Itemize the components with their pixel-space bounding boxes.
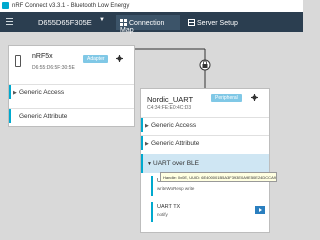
window-title: nRF Connect v3.3.1 - Bluetooth Low Energ… — [12, 3, 130, 9]
nav-bar: D655D65F305E ▼ Connection Map Server Set… — [0, 12, 303, 34]
peripheral-badge: Peripheral — [211, 94, 242, 102]
peripheral-name: Nordic_UART — [147, 95, 194, 104]
adapter-card: nRF5x D6:55:D6:5F:30:5E Adapter ▶ Generi… — [8, 45, 135, 127]
chevron-right-icon: ▶ — [145, 123, 149, 129]
device-selector[interactable]: D655D65F305E — [38, 18, 92, 27]
service-generic-access[interactable]: ▶ Generic Access — [9, 84, 134, 99]
gear-icon[interactable] — [251, 94, 258, 101]
tab-server-setup[interactable]: Server Setup — [184, 15, 246, 30]
gear-icon[interactable] — [116, 55, 123, 62]
send-button[interactable] — [255, 206, 265, 214]
service-uart: ▼ UART over BLE UART RX writeWoResp writ… — [141, 154, 269, 234]
handle-tooltip: Handle: 0x0E, UUID: 6E400001B5A3F393E0A9… — [160, 172, 277, 182]
tab-connection-map[interactable]: Connection Map — [116, 15, 180, 34]
service-label: Generic Access — [19, 89, 65, 96]
service-uart-header[interactable]: ▼ UART over BLE — [141, 154, 269, 173]
peripheral-address: C4:34:FE:E0:4C:D3 — [147, 105, 192, 111]
hamburger-menu-icon[interactable] — [6, 18, 13, 26]
service-label: Generic Access — [151, 122, 197, 129]
service-generic-attribute[interactable]: Generic Attribute — [9, 108, 134, 123]
chevron-down-icon[interactable]: ▼ — [99, 17, 105, 23]
adapter-name: nRF5x — [32, 53, 53, 60]
title-bar: nRF Connect v3.3.1 - Bluetooth Low Energ… — [0, 0, 303, 12]
phone-icon — [15, 55, 21, 67]
characteristic-name: UART TX — [157, 204, 181, 210]
chevron-right-icon: ▶ — [13, 90, 17, 96]
service-label: UART over BLE — [153, 160, 200, 167]
chevron-down-icon: ▼ — [147, 161, 152, 167]
characteristic-properties: notify — [157, 212, 168, 217]
tab-label: Server Setup — [197, 20, 238, 27]
adapter-address: D6:55:D6:5F:30:5E — [32, 65, 75, 71]
characteristic-properties: writeWoResp write — [157, 186, 195, 191]
service-label: Generic Attribute — [151, 140, 200, 147]
service-generic-attribute[interactable]: ▶ Generic Attribute — [141, 135, 269, 150]
app-icon — [2, 2, 9, 9]
service-generic-access[interactable]: ▶ Generic Access — [141, 117, 269, 132]
service-label: Generic Attribute — [19, 113, 68, 120]
peripheral-card: Nordic_UART C4:34:FE:E0:4C:D3 Peripheral… — [140, 88, 270, 233]
connection-map-icon — [120, 19, 127, 26]
characteristic-uart-tx[interactable]: UART TX notify — [151, 202, 269, 222]
chevron-right-icon: ▶ — [145, 141, 149, 147]
server-setup-icon — [188, 19, 195, 26]
adapter-badge: Adapter — [83, 55, 108, 63]
connection-line — [135, 48, 211, 90]
